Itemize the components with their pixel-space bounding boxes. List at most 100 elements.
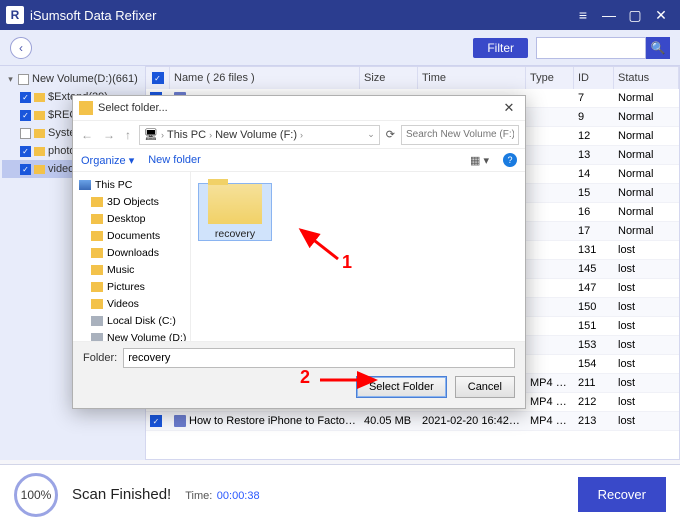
refresh-icon[interactable]: ⟳ <box>386 128 395 141</box>
help-icon[interactable]: ? <box>503 153 517 167</box>
organize-button[interactable]: Organize ▾ <box>81 154 134 167</box>
drive-icon <box>91 316 103 326</box>
nav-up-icon[interactable]: ↑ <box>123 128 133 142</box>
generic-icon <box>91 299 103 309</box>
dialog-tree-item[interactable]: Documents <box>75 227 188 244</box>
cell-id: 15 <box>574 187 614 199</box>
checkbox[interactable]: ✓ <box>20 110 31 121</box>
close-button[interactable]: ✕ <box>648 2 674 28</box>
cell-id: 9 <box>574 111 614 123</box>
dialog-close-button[interactable]: ✕ <box>499 100 519 116</box>
col-id[interactable]: ID <box>574 67 614 89</box>
breadcrumb-seg[interactable]: This PC <box>167 129 206 141</box>
row-checkbox[interactable]: ✓ <box>150 415 162 427</box>
dialog-tree-label: 3D Objects <box>107 196 159 208</box>
maximize-button[interactable]: ▢ <box>622 2 648 28</box>
col-size[interactable]: Size <box>360 67 418 89</box>
nav-back-icon[interactable]: ← <box>79 128 95 142</box>
table-header: ✓ Name ( 26 files ) Size Time Type ID St… <box>146 67 679 89</box>
folder-name: recovery <box>199 228 271 240</box>
filter-button[interactable]: Filter <box>473 38 528 58</box>
tree-root[interactable]: ▾ New Volume(D:)(661) <box>2 70 143 88</box>
folder-icon <box>34 165 45 174</box>
dialog-tree-item[interactable]: This PC <box>75 176 188 193</box>
dialog-tree-item[interactable]: 3D Objects <box>75 193 188 210</box>
folder-item-recovery[interactable]: recovery <box>199 184 271 240</box>
cell-status: Normal <box>614 206 679 218</box>
checkbox[interactable]: ✓ <box>20 164 31 175</box>
col-time[interactable]: Time <box>418 67 526 89</box>
folder-icon <box>34 147 45 156</box>
cell-id: 145 <box>574 263 614 275</box>
cell-id: 16 <box>574 206 614 218</box>
cell-status: lost <box>614 244 679 256</box>
breadcrumb[interactable]: 🖥 › This PC › New Volume (F:) › ⌄ <box>139 125 380 145</box>
view-mode-icon[interactable]: ▦ ▾ <box>470 154 489 167</box>
cell-status: lost <box>614 377 679 389</box>
search-button[interactable]: 🔍 <box>646 37 670 59</box>
progress-circle: 100% <box>14 473 58 517</box>
checkbox[interactable] <box>18 74 29 85</box>
cell-status: lost <box>614 301 679 313</box>
cell-status: lost <box>614 339 679 351</box>
chevron-down-icon[interactable]: ⌄ <box>367 129 375 140</box>
cell-status: Normal <box>614 92 679 104</box>
menu-icon[interactable]: ≡ <box>570 2 596 28</box>
dialog-search-input[interactable] <box>401 125 519 145</box>
cell-id: 17 <box>574 225 614 237</box>
dialog-tree-item[interactable]: Music <box>75 261 188 278</box>
dialog-tree-item[interactable]: Videos <box>75 295 188 312</box>
collapse-icon[interactable]: ▾ <box>6 74 15 85</box>
dialog-tree-item[interactable]: Desktop <box>75 210 188 227</box>
checkbox[interactable]: ✓ <box>20 146 31 157</box>
generic-icon <box>91 265 103 275</box>
cell-id: 154 <box>574 358 614 370</box>
cell-status: Normal <box>614 130 679 142</box>
folder-icon <box>208 184 262 224</box>
table-row[interactable]: ✓ How to Restore iPhone to Factory Setti… <box>146 412 679 431</box>
cancel-button[interactable]: Cancel <box>455 376 515 398</box>
cell-id: 150 <box>574 301 614 313</box>
cell-status: Normal <box>614 149 679 161</box>
col-status[interactable]: Status <box>614 67 679 89</box>
dialog-tree-label: Downloads <box>107 247 159 259</box>
dialog-tree-label: Local Disk (C:) <box>107 315 176 327</box>
col-name[interactable]: Name ( 26 files ) <box>170 67 360 89</box>
minimize-button[interactable]: — <box>596 2 622 28</box>
toolbar: ‹ Filter 🔍 <box>0 30 680 66</box>
cell-id: 12 <box>574 130 614 142</box>
cell-status: Normal <box>614 225 679 237</box>
back-button[interactable]: ‹ <box>10 37 32 59</box>
breadcrumb-seg[interactable]: New Volume (F:) <box>215 129 297 141</box>
generic-icon <box>91 231 103 241</box>
dialog-tree-item[interactable]: Local Disk (C:) <box>75 312 188 329</box>
tree-label: New Volume(D:)(661) <box>32 73 138 85</box>
folder-icon <box>34 129 45 138</box>
col-type[interactable]: Type <box>526 67 574 89</box>
cell-id: 147 <box>574 282 614 294</box>
cell-type: MP4 File <box>526 377 574 389</box>
time-label: Time: <box>185 490 212 502</box>
generic-icon <box>91 197 103 207</box>
folder-field-input[interactable] <box>123 348 515 368</box>
dialog-tree-item[interactable]: Downloads <box>75 244 188 261</box>
app-logo-icon: R <box>6 6 24 24</box>
cell-status: lost <box>614 415 679 427</box>
header-checkbox[interactable]: ✓ <box>152 72 164 84</box>
checkbox[interactable] <box>20 128 31 139</box>
recover-button[interactable]: Recover <box>578 477 666 512</box>
cell-id: 213 <box>574 415 614 427</box>
nav-forward-icon[interactable]: → <box>101 128 117 142</box>
dialog-tree-label: Pictures <box>107 281 145 293</box>
select-folder-button[interactable]: Select Folder <box>356 376 447 398</box>
search-input[interactable] <box>536 37 646 59</box>
cell-id: 153 <box>574 339 614 351</box>
app-title: iSumsoft Data Refixer <box>30 8 570 23</box>
checkbox[interactable]: ✓ <box>20 92 31 103</box>
dialog-content[interactable]: recovery <box>191 172 525 341</box>
cell-id: 212 <box>574 396 614 408</box>
dialog-tree-item[interactable]: New Volume (D:) <box>75 329 188 341</box>
dialog-tree-item[interactable]: Pictures <box>75 278 188 295</box>
time-value: 00:00:38 <box>217 490 260 502</box>
new-folder-button[interactable]: New folder <box>148 154 201 166</box>
